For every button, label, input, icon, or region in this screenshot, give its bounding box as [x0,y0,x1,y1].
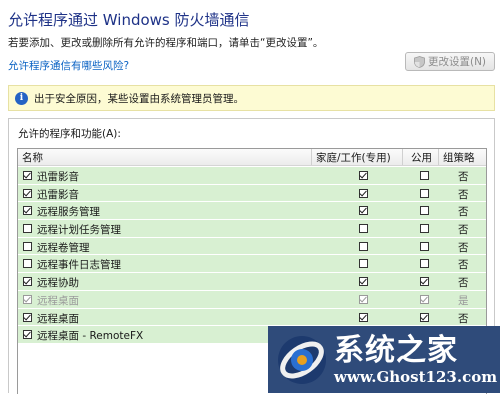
col-home[interactable]: 家庭/工作(专用) [316,150,391,165]
home-work-checkbox[interactable] [359,171,368,180]
group-policy-value: 否 [458,206,469,219]
rows-container: 迅雷影音否迅雷影音否远程服务管理否远程计划任务管理否远程卷管理否远程事件日志管理… [18,167,486,344]
public-checkbox[interactable] [420,206,429,216]
col-policy[interactable]: 组策略 [443,150,475,165]
table-row[interactable]: 迅雷影音 否 [18,167,486,185]
home-work-checkbox[interactable] [359,259,368,269]
admin-info-bar: i 出于安全原因，某些设置由系统管理员管理。 [8,85,495,111]
table-row[interactable]: 远程服务管理 否 [18,202,486,221]
group-policy-value: 否 [458,259,469,272]
group-policy-value: 否 [458,241,469,254]
table-row[interactable]: 远程事件日志管理 否 [18,255,486,274]
program-name: 迅雷影音 [37,171,79,183]
page-subtitle: 若要添加、更改或删除所有允许的程序和端口，请单击“更改设置”。 [8,37,324,49]
program-name: 远程服务管理 [37,206,100,219]
watermark-logo-icon [278,335,326,384]
public-checkbox[interactable] [420,241,429,251]
enable-checkbox[interactable] [23,188,32,198]
enable-checkbox[interactable] [23,277,32,287]
info-icon: i [15,91,28,105]
enable-checkbox[interactable] [23,171,32,180]
watermark-banner: 系统之家 www.Ghost123.com [268,326,500,393]
enable-checkbox[interactable] [23,330,32,340]
watermark-url: www.Ghost123.com [334,367,498,386]
risk-link[interactable]: 允许程序通信有哪些风险? [8,58,129,73]
table-row[interactable]: 迅雷影音 否 [18,184,486,203]
enable-checkbox[interactable] [23,294,32,304]
program-name: 迅雷影音 [37,188,79,201]
program-name: 远程事件日志管理 [37,259,121,272]
program-name: 远程桌面 [37,312,79,325]
group-policy-value: 否 [458,277,469,290]
program-name: 远程桌面 - RemoteFX [37,330,144,343]
enable-checkbox[interactable] [23,206,32,216]
enable-checkbox[interactable] [23,241,32,251]
group-policy-value: 否 [458,171,469,183]
public-checkbox[interactable] [420,224,429,234]
enable-checkbox[interactable] [23,224,32,234]
list-header: 名称 家庭/工作(专用) 公用 组策略 [18,149,486,166]
program-name: 远程计划任务管理 [37,224,121,237]
enable-checkbox[interactable] [23,259,32,269]
table-row[interactable]: 远程桌面 否 [18,308,486,327]
group-policy-value: 是 [458,294,469,307]
home-work-checkbox[interactable] [359,312,368,322]
change-settings-label: 更改设置(N) [427,56,487,68]
public-checkbox[interactable] [420,188,429,198]
watermark-title: 系统之家 [334,332,458,368]
group-policy-value: 否 [458,312,469,325]
col-name[interactable]: 名称 [22,150,43,165]
info-text: 出于安全原因，某些设置由系统管理员管理。 [34,92,244,105]
table-row[interactable]: 远程桌面 是 [18,290,486,309]
program-name: 远程协助 [37,277,79,290]
group-label: 允许的程序和功能(A): [18,128,121,140]
home-work-checkbox[interactable] [359,294,368,304]
enable-checkbox[interactable] [23,312,32,322]
home-work-checkbox[interactable] [359,277,368,287]
change-settings-button[interactable]: 更改设置(N) [405,52,495,71]
table-row[interactable]: 远程卷管理 否 [18,237,486,256]
public-checkbox[interactable] [420,294,429,304]
public-checkbox[interactable] [420,171,429,180]
col-public[interactable]: 公用 [411,150,432,165]
public-checkbox[interactable] [420,277,429,287]
group-policy-value: 否 [458,188,469,201]
uac-shield-icon [414,55,425,68]
program-name: 远程桌面 [37,294,79,307]
home-work-checkbox[interactable] [359,206,368,216]
public-checkbox[interactable] [420,259,429,269]
group-policy-value: 否 [458,224,469,237]
program-name: 远程卷管理 [37,241,90,254]
page-title: 允许程序通过 Windows 防火墙通信 [8,11,250,29]
public-checkbox[interactable] [420,312,429,322]
table-row[interactable]: 远程计划任务管理 否 [18,220,486,238]
home-work-checkbox[interactable] [359,241,368,251]
table-row[interactable]: 远程协助 否 [18,273,486,291]
home-work-checkbox[interactable] [359,188,368,198]
home-work-checkbox[interactable] [359,224,368,234]
